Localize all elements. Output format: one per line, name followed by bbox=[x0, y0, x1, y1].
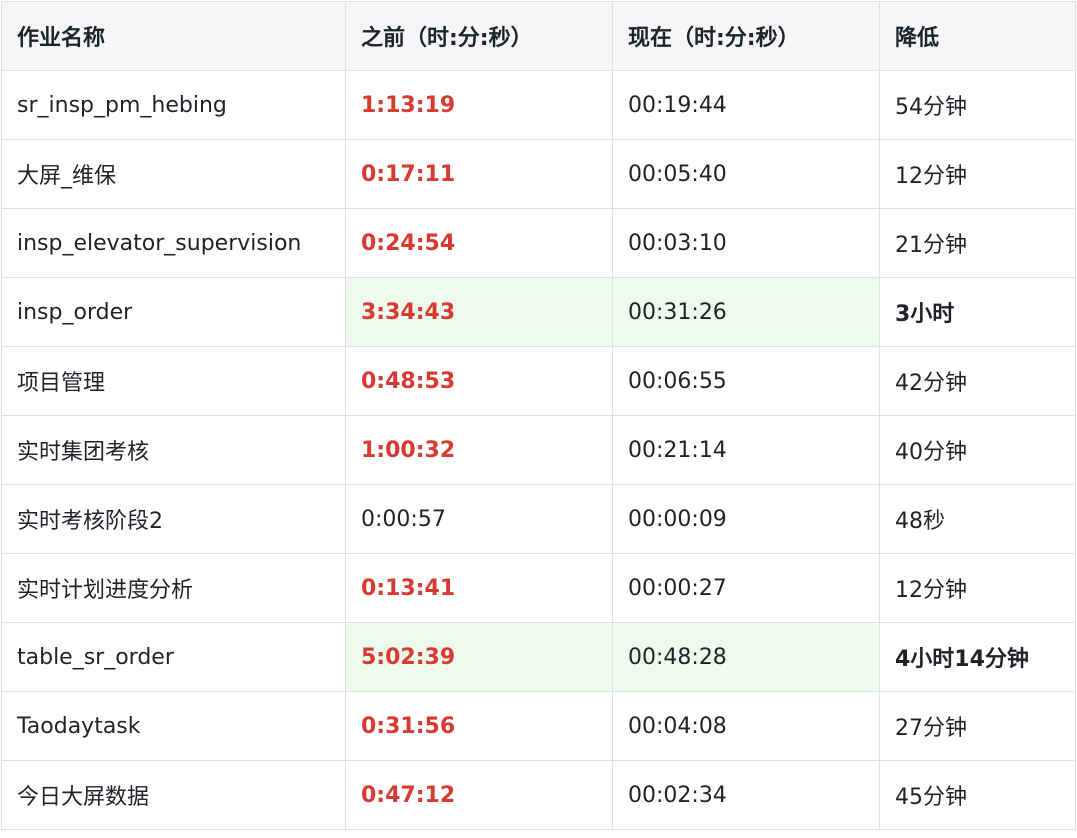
cell-reduction: 3小时 bbox=[879, 277, 1076, 347]
cell-before: 0:00:57 bbox=[345, 484, 613, 554]
cell-before: 0:24:54 bbox=[345, 208, 613, 278]
cell-after: 00:19:44 bbox=[612, 70, 880, 140]
cell-after: 00:02:34 bbox=[612, 760, 880, 830]
cell-reduction: 54分钟 bbox=[879, 70, 1076, 140]
cell-job-name: insp_order bbox=[1, 277, 346, 347]
header-reduction: 降低 bbox=[879, 1, 1076, 71]
cell-reduction: 40分钟 bbox=[879, 415, 1076, 485]
table-row: insp_order 3:34:43 00:31:26 3小时 bbox=[1, 277, 1076, 347]
cell-before: 0:48:53 bbox=[345, 346, 613, 416]
cell-job-name: 项目管理 bbox=[1, 346, 346, 416]
cell-reduction: 45分钟 bbox=[879, 760, 1076, 830]
cell-reduction: 21分钟 bbox=[879, 208, 1076, 278]
cell-reduction: 12分钟 bbox=[879, 553, 1076, 623]
cell-reduction: 4小时14分钟 bbox=[879, 622, 1076, 692]
cell-job-name: 大屏_维保 bbox=[1, 139, 346, 209]
cell-after: 00:04:08 bbox=[612, 691, 880, 761]
table-row: 实时考核阶段2 0:00:57 00:00:09 48秒 bbox=[1, 484, 1076, 554]
table-row: table_sr_order 5:02:39 00:48:28 4小时14分钟 bbox=[1, 622, 1076, 692]
table-row: sr_insp_pm_hebing 1:13:19 00:19:44 54分钟 bbox=[1, 70, 1076, 140]
cell-before: 0:47:12 bbox=[345, 760, 613, 830]
cell-before: 1:00:32 bbox=[345, 415, 613, 485]
cell-after: 00:00:27 bbox=[612, 553, 880, 623]
cell-before: 5:02:39 bbox=[345, 622, 613, 692]
header-job-name: 作业名称 bbox=[1, 1, 346, 71]
header-before: 之前（时:分:秒） bbox=[345, 1, 613, 71]
table-row: Taodaytask 0:31:56 00:04:08 27分钟 bbox=[1, 691, 1076, 761]
cell-before: 3:34:43 bbox=[345, 277, 613, 347]
cell-before: 1:13:19 bbox=[345, 70, 613, 140]
table-header-row: 作业名称 之前（时:分:秒） 现在（时:分:秒） 降低 bbox=[1, 1, 1076, 71]
cell-before: 0:13:41 bbox=[345, 553, 613, 623]
cell-job-name: 实时考核阶段2 bbox=[1, 484, 346, 554]
cell-reduction: 12分钟 bbox=[879, 139, 1076, 209]
cell-reduction: 48秒 bbox=[879, 484, 1076, 554]
cell-job-name: 实时计划进度分析 bbox=[1, 553, 346, 623]
cell-after: 00:05:40 bbox=[612, 139, 880, 209]
cell-after: 00:21:14 bbox=[612, 415, 880, 485]
cell-after: 00:03:10 bbox=[612, 208, 880, 278]
cell-after: 00:31:26 bbox=[612, 277, 880, 347]
cell-after: 00:06:55 bbox=[612, 346, 880, 416]
table-row: 项目管理 0:48:53 00:06:55 42分钟 bbox=[1, 346, 1076, 416]
cell-job-name: insp_elevator_supervision bbox=[1, 208, 346, 278]
cell-reduction: 42分钟 bbox=[879, 346, 1076, 416]
cell-reduction: 27分钟 bbox=[879, 691, 1076, 761]
cell-before: 0:17:11 bbox=[345, 139, 613, 209]
cell-job-name: sr_insp_pm_hebing bbox=[1, 70, 346, 140]
cell-job-name: Taodaytask bbox=[1, 691, 346, 761]
table-row: insp_elevator_supervision 0:24:54 00:03:… bbox=[1, 208, 1076, 278]
header-after: 现在（时:分:秒） bbox=[612, 1, 880, 71]
cell-after: 00:00:09 bbox=[612, 484, 880, 554]
table-row: 实时计划进度分析 0:13:41 00:00:27 12分钟 bbox=[1, 553, 1076, 623]
job-duration-table: 作业名称 之前（时:分:秒） 现在（时:分:秒） 降低 sr_insp_pm_h… bbox=[1, 1, 1076, 830]
cell-job-name: 今日大屏数据 bbox=[1, 760, 346, 830]
cell-before: 0:31:56 bbox=[345, 691, 613, 761]
table-row: 今日大屏数据 0:47:12 00:02:34 45分钟 bbox=[1, 760, 1076, 830]
table-row: 大屏_维保 0:17:11 00:05:40 12分钟 bbox=[1, 139, 1076, 209]
cell-job-name: table_sr_order bbox=[1, 622, 346, 692]
cell-after: 00:48:28 bbox=[612, 622, 880, 692]
table-row: 实时集团考核 1:00:32 00:21:14 40分钟 bbox=[1, 415, 1076, 485]
cell-job-name: 实时集团考核 bbox=[1, 415, 346, 485]
